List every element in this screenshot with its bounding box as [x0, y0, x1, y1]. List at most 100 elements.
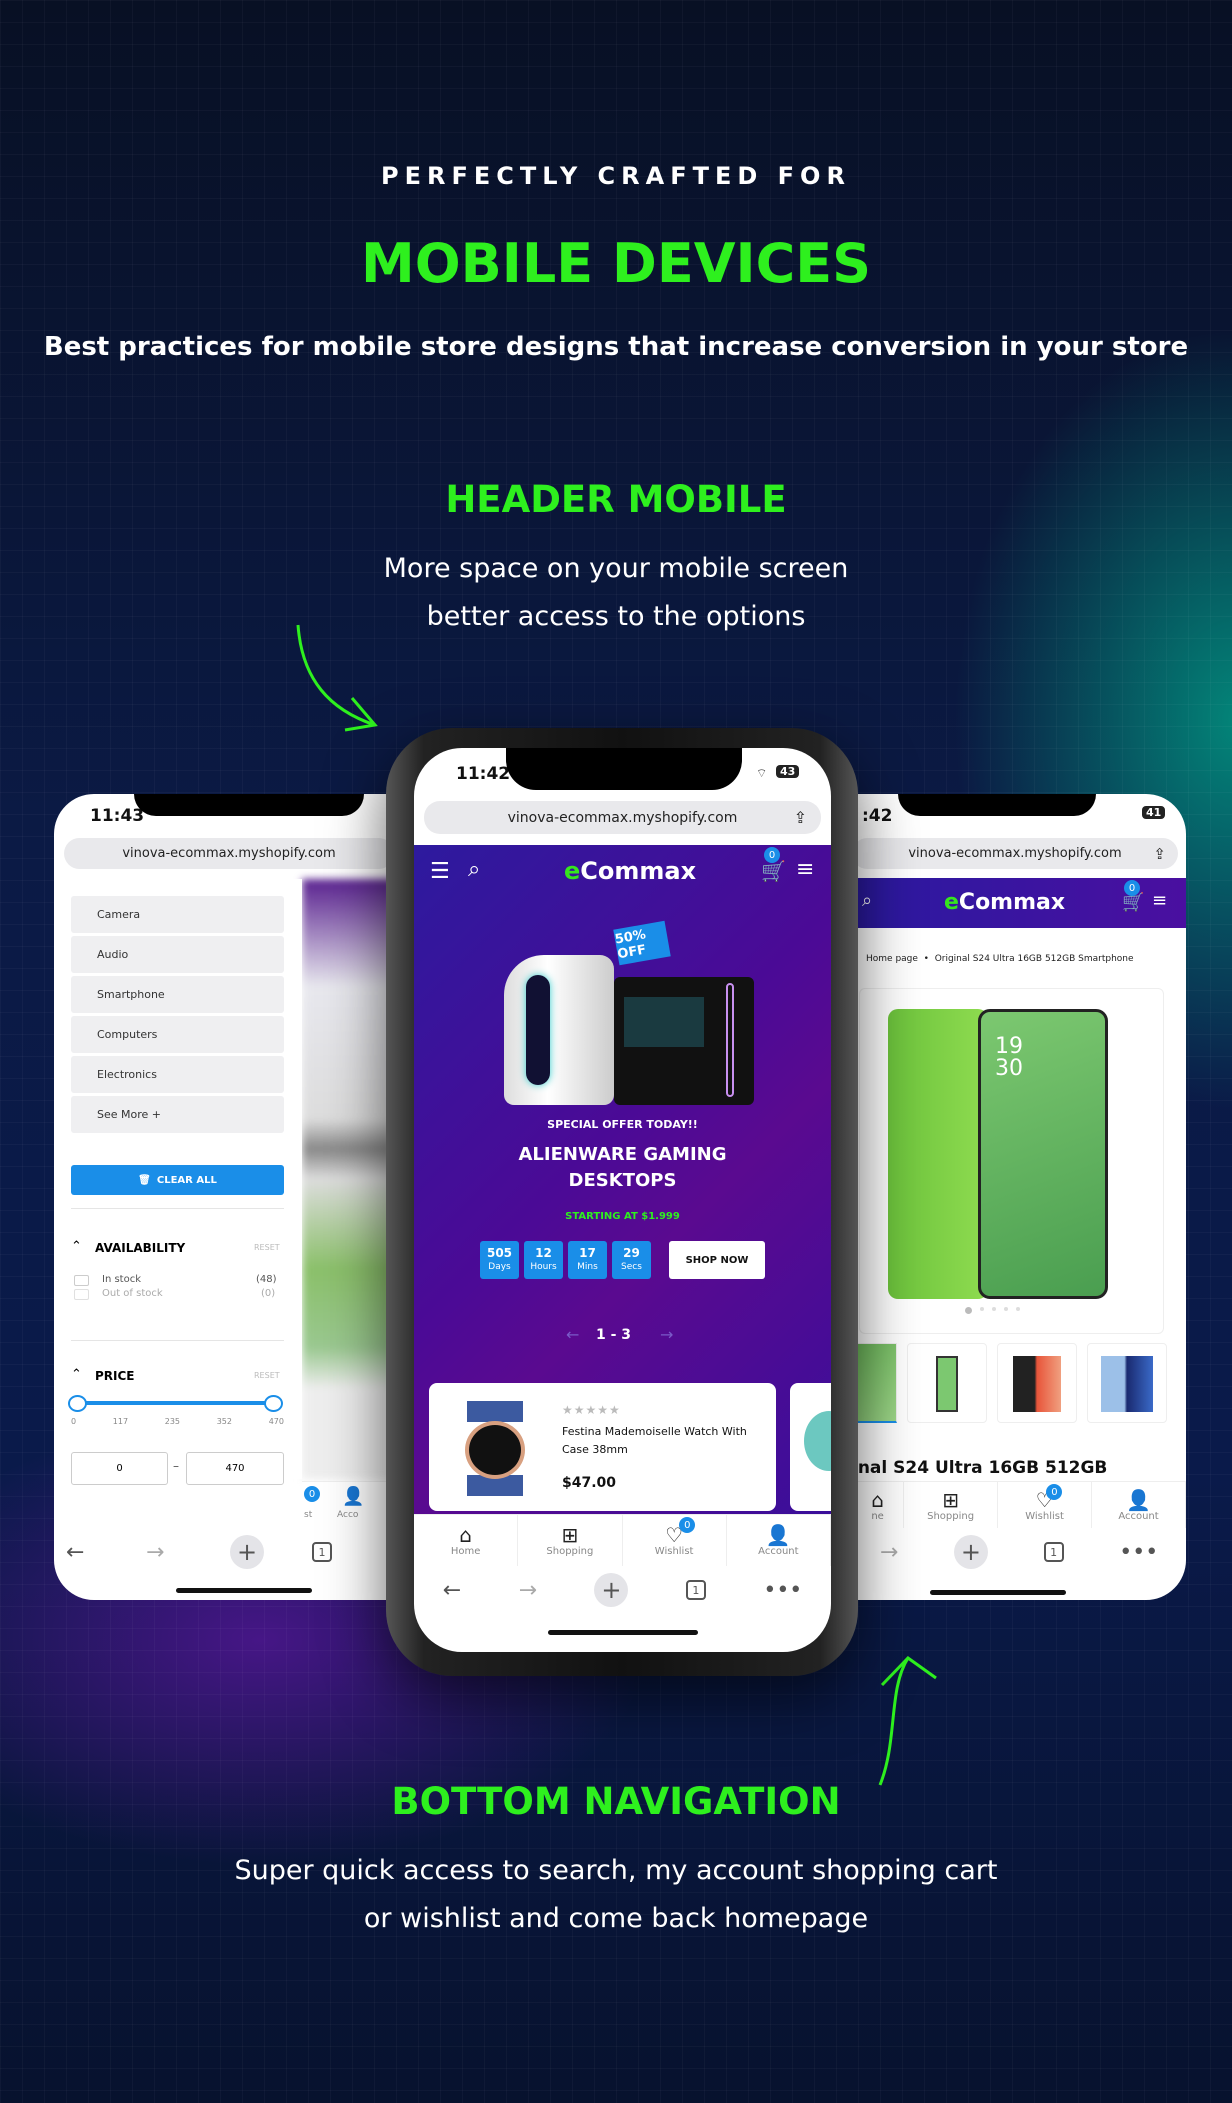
price-min-input[interactable]: 0 — [71, 1452, 168, 1485]
thumbnail-2[interactable] — [907, 1343, 987, 1423]
tabs-button[interactable]: 1 — [312, 1542, 332, 1562]
new-tab-icon[interactable]: + — [230, 1535, 264, 1569]
nav-label-wishlist-partial[interactable]: st — [304, 1510, 312, 1520]
hero-banner: ☰ ⌕ e Commax 🛒 0 ≡ 50% OFF SPECIAL OFFER … — [414, 845, 831, 1514]
forward-icon[interactable]: → — [880, 1540, 898, 1565]
brand-logo[interactable]: e Commax — [944, 890, 1065, 915]
back-icon[interactable]: ← — [443, 1578, 461, 1603]
nav-account[interactable]: 👤 Account — [727, 1515, 831, 1566]
countdown-timer: 505 Days 12 Hours 17 Mins 29 Secs — [480, 1241, 651, 1279]
prev-slide-arrow[interactable]: ← — [566, 1325, 579, 1344]
url-bar[interactable]: vinova-ecommax.myshopify.com ⇪ — [852, 838, 1178, 869]
countdown-unit: Hours — [530, 1262, 557, 1272]
breadcrumb-home[interactable]: Home page — [866, 954, 918, 964]
category-audio[interactable]: Audio — [71, 936, 284, 973]
thumbnail-1[interactable] — [852, 1343, 897, 1423]
nav-label: Account — [1118, 1510, 1159, 1522]
new-tab-icon[interactable]: + — [594, 1573, 629, 1607]
url-bar[interactable]: vinova-ecommax.myshopify.com — [64, 838, 394, 869]
out-of-stock-checkbox[interactable] — [74, 1289, 89, 1300]
category-smartphone[interactable]: Smartphone — [71, 976, 284, 1013]
nav-label: Wishlist — [1025, 1510, 1064, 1522]
hero-kicker: PERFECTLY CRAFTED FOR — [381, 162, 851, 190]
countdown-secs: 29 Secs — [612, 1241, 651, 1279]
wishlist-badge: 0 — [304, 1486, 320, 1502]
share-icon[interactable]: ⇪ — [1153, 845, 1166, 863]
banner-kicker: SPECIAL OFFER TODAY!! — [547, 1118, 698, 1131]
wifi-icon: ⌔ — [756, 766, 768, 780]
nav-home[interactable]: ⌂ ne — [852, 1482, 905, 1528]
share-icon[interactable]: ⇪ — [794, 808, 807, 827]
nav-shopping[interactable]: ⊞ Shopping — [904, 1482, 999, 1528]
shop-now-button[interactable]: SHOP NOW — [669, 1241, 765, 1279]
price-reset[interactable]: RESET — [254, 1371, 280, 1380]
status-time: :42 — [862, 806, 893, 826]
tabs-button[interactable]: 1 — [685, 1580, 706, 1600]
countdown-value: 17 — [579, 1246, 596, 1260]
chevron-up-icon[interactable]: ⌃ — [71, 1239, 82, 1254]
category-electronics[interactable]: Electronics — [71, 1056, 284, 1093]
brand-logo[interactable]: e Commax — [564, 857, 696, 885]
cart-badge: 0 — [764, 847, 780, 863]
right-phone-product-screen: :42 41 vinova-ecommax.myshopify.com ⇪ ⌕ e… — [852, 794, 1186, 1600]
see-more-link[interactable]: See More + — [71, 1096, 284, 1133]
countdown-mins: 17 Mins — [568, 1241, 607, 1279]
more-icon[interactable]: ••• — [1119, 1540, 1158, 1565]
bottom-nav: ⌂ Home ⊞ Shopping ♡ 0 Wishlist 👤 Account — [414, 1514, 831, 1566]
search-icon[interactable]: ⌕ — [862, 890, 872, 911]
thumbnail-4[interactable] — [1087, 1343, 1167, 1423]
header-mobile-line2: better access to the options — [426, 601, 806, 632]
discount-badge: 50% OFF — [613, 920, 671, 966]
menu-icon[interactable]: ≡ — [1152, 890, 1167, 911]
new-tab-icon[interactable]: + — [953, 1535, 988, 1569]
next-product-card[interactable] — [790, 1383, 831, 1511]
nav-label-account-partial[interactable]: Acco — [337, 1510, 358, 1520]
product-name[interactable]: Festina Mademoiselle Watch With Case 38m… — [562, 1423, 762, 1459]
image-dots[interactable] — [965, 1307, 1020, 1314]
tabs-button[interactable]: 1 — [1043, 1542, 1064, 1562]
category-camera[interactable]: Camera — [71, 896, 284, 933]
browser-toolbar: ← → + 1 — [54, 1534, 394, 1570]
price-slider-track[interactable] — [78, 1401, 278, 1405]
nav-home[interactable]: ⌂ Home — [414, 1515, 519, 1566]
nav-wishlist[interactable]: ♡ 0 Wishlist — [623, 1515, 727, 1566]
thumbnail-3[interactable] — [997, 1343, 1077, 1423]
hamburger-icon[interactable]: ☰ — [430, 859, 450, 884]
availability-reset[interactable]: RESET — [254, 1243, 280, 1252]
next-slide-arrow[interactable]: → — [660, 1325, 673, 1344]
logo-text: Commax — [580, 857, 697, 885]
price-slider-max-handle[interactable] — [264, 1395, 283, 1412]
nav-wishlist[interactable]: ♡ 0 Wishlist — [998, 1482, 1093, 1528]
menu-icon[interactable]: ≡ — [796, 857, 814, 882]
back-icon[interactable]: ← — [66, 1540, 84, 1565]
price-max-input[interactable]: 470 — [186, 1452, 284, 1485]
browser-toolbar: → + 1 ••• — [852, 1534, 1186, 1570]
price-slider-min-handle[interactable] — [68, 1395, 87, 1412]
product-card[interactable]: ★★★★★ Festina Mademoiselle Watch With Ca… — [429, 1383, 776, 1511]
hero-subtitle: Best practices for mobile store designs … — [43, 332, 1189, 362]
clear-all-button[interactable]: 🗑 CLEAR ALL — [71, 1165, 284, 1195]
product-title: inal S24 Ultra 16GB 512GB — [852, 1458, 1108, 1478]
countdown-unit: Days — [488, 1262, 511, 1272]
tick: 235 — [164, 1417, 181, 1426]
url-bar[interactable]: vinova-ecommax.myshopify.com ⇪ — [424, 801, 821, 834]
more-icon[interactable]: ••• — [763, 1578, 802, 1603]
user-icon[interactable]: 👤 — [342, 1486, 364, 1507]
nav-account[interactable]: 👤 Account — [1092, 1482, 1186, 1528]
nav-label: Account — [758, 1546, 799, 1557]
forward-icon[interactable]: → — [519, 1578, 537, 1603]
home-icon: ⌂ — [871, 1487, 884, 1512]
nav-shopping[interactable]: ⊞ Shopping — [518, 1515, 623, 1566]
grid-icon: ⊞ — [942, 1487, 959, 1512]
cart-badge: 0 — [1124, 880, 1140, 896]
breadcrumb: Home page • Original S24 Ultra 16GB 512G… — [866, 954, 1134, 964]
category-computers[interactable]: Computers — [71, 1016, 284, 1053]
countdown-days: 505 Days — [480, 1241, 519, 1279]
status-time: 11:43 — [90, 806, 145, 826]
search-icon[interactable]: ⌕ — [468, 857, 480, 882]
countdown-unit: Secs — [621, 1262, 642, 1272]
in-stock-checkbox[interactable] — [74, 1275, 89, 1286]
tick: 117 — [112, 1417, 129, 1426]
forward-icon[interactable]: → — [146, 1540, 164, 1565]
chevron-up-icon[interactable]: ⌃ — [71, 1367, 82, 1382]
